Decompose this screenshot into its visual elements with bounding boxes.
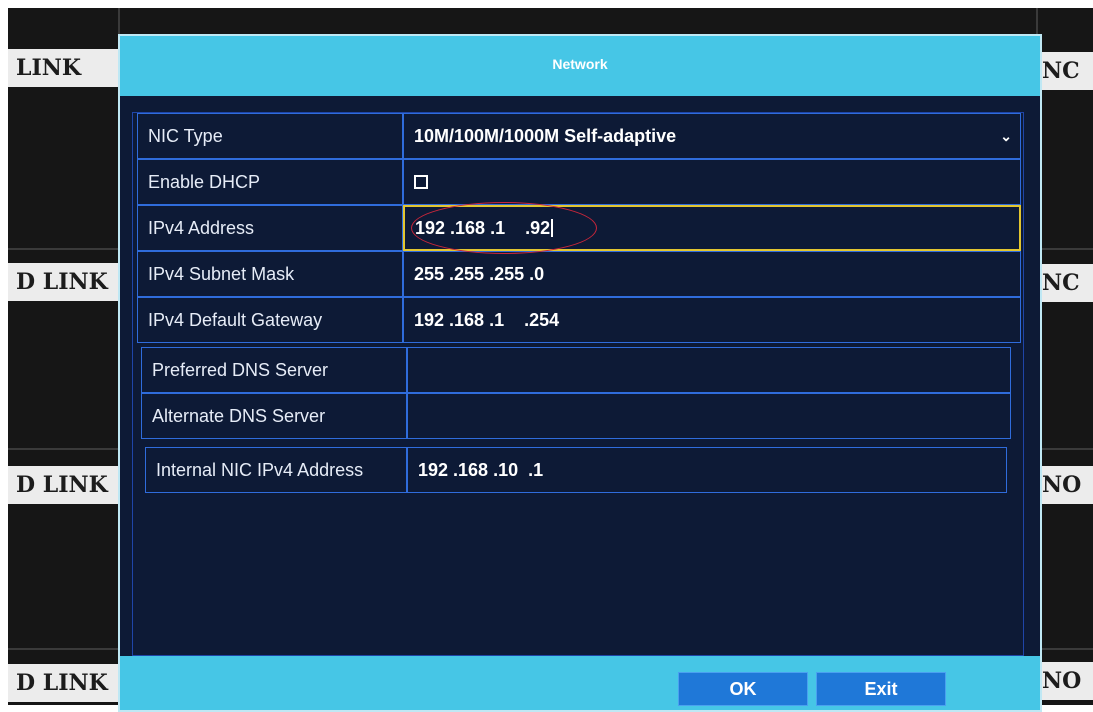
ipv4-default-gateway-row: IPv4 Default Gateway 192 .168 .1 .254 <box>137 297 1021 343</box>
no-link-label: D LINK <box>8 466 118 504</box>
alternate-dns-row: Alternate DNS Server <box>141 393 1011 439</box>
checkbox-icon[interactable] <box>414 175 428 189</box>
ipv4-subnet-mask-value: 255 .255 .255 .0 <box>414 263 545 284</box>
field-label: Alternate DNS Server <box>141 393 407 439</box>
ipv4-default-gateway-input[interactable]: 192 .168 .1 .254 <box>403 297 1021 343</box>
no-link-label: NO <box>1036 466 1093 504</box>
ipv4-default-gateway-value: 192 .168 .1 .254 <box>414 309 560 330</box>
no-link-label: LINK <box>8 49 118 87</box>
field-label: Enable DHCP <box>137 159 403 205</box>
internal-nic-row: Internal NIC IPv4 Address 192 .168 .10 .… <box>145 447 1007 493</box>
ipv4-subnet-mask-input[interactable]: 255 .255 .255 .0 <box>403 251 1021 297</box>
red-annotation-circle <box>411 202 597 254</box>
nic-type-row: NIC Type 10M/100M/1000M Self-adaptive ⌄ <box>137 113 1021 159</box>
field-label: Preferred DNS Server <box>141 347 407 393</box>
no-link-label: NO <box>1036 662 1093 700</box>
exit-button[interactable]: Exit <box>816 672 946 706</box>
field-label: IPv4 Address <box>137 205 403 251</box>
internal-nic-ipv4-input[interactable]: 192 .168 .10 .1 <box>407 447 1007 493</box>
network-dialog: Network NIC Type 10M/100M/1000M Self-ada… <box>118 34 1042 712</box>
ok-button[interactable]: OK <box>678 672 808 706</box>
network-settings-panel: NIC Type 10M/100M/1000M Self-adaptive ⌄ … <box>132 112 1024 678</box>
dialog-footer: OK Exit <box>120 656 1040 710</box>
nic-type-select[interactable]: 10M/100M/1000M Self-adaptive ⌄ <box>403 113 1021 159</box>
field-label: Internal NIC IPv4 Address <box>145 447 407 493</box>
alternate-dns-input[interactable] <box>407 393 1011 439</box>
nic-type-value: 10M/100M/1000M Self-adaptive <box>414 125 677 146</box>
preferred-dns-row: Preferred DNS Server <box>141 347 1011 393</box>
dialog-title: Network <box>552 56 608 72</box>
no-link-label: D LINK <box>8 664 118 702</box>
field-label: NIC Type <box>137 113 403 159</box>
enable-dhcp-row: Enable DHCP <box>137 159 1021 205</box>
internal-nic-ipv4-value: 192 .168 .10 .1 <box>418 459 544 480</box>
no-link-label: D LINK <box>8 263 118 301</box>
field-label: IPv4 Subnet Mask <box>137 251 403 297</box>
preferred-dns-input[interactable] <box>407 347 1011 393</box>
enable-dhcp-cell <box>403 159 1021 205</box>
chevron-down-icon[interactable]: ⌄ <box>1000 128 1012 145</box>
field-label: IPv4 Default Gateway <box>137 297 403 343</box>
ipv4-subnet-mask-row: IPv4 Subnet Mask 255 .255 .255 .0 <box>137 251 1021 297</box>
no-link-label: NC <box>1036 264 1093 302</box>
no-link-label: NC <box>1036 52 1093 90</box>
dialog-title-bar: Network <box>120 36 1040 96</box>
